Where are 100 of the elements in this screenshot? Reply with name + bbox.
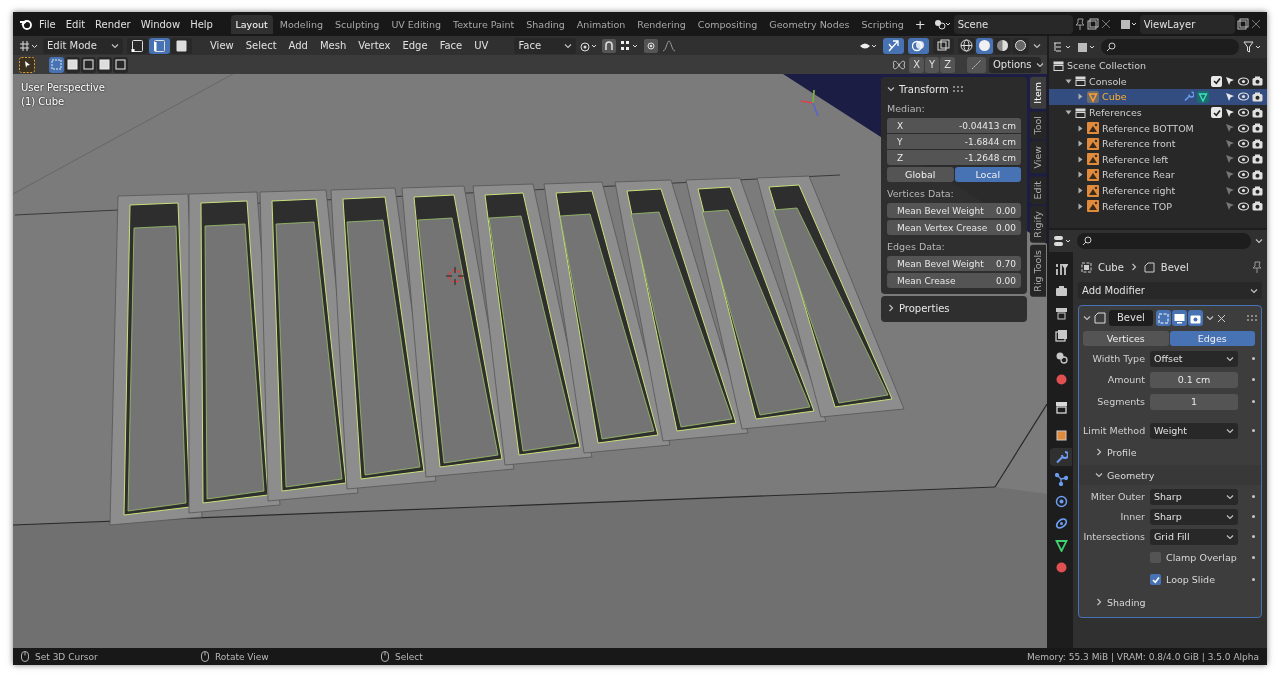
chevron-down-icon[interactable] xyxy=(1226,512,1234,521)
workspace-tab[interactable]: Modeling xyxy=(274,14,328,34)
dropdown[interactable]: Offset xyxy=(1150,350,1238,367)
properties-panel-header[interactable]: Properties xyxy=(881,296,1027,322)
collapsed-arrow-icon[interactable] xyxy=(1077,124,1084,132)
chevron-right-icon[interactable] xyxy=(1095,598,1103,606)
space-toggle[interactable]: Global xyxy=(887,167,954,182)
sidebar-tab[interactable]: Rig Tools xyxy=(1030,244,1046,297)
add-workspace-button[interactable]: + xyxy=(910,13,930,35)
close-icon[interactable] xyxy=(1251,19,1261,29)
image-stack-icon[interactable] xyxy=(1119,18,1138,30)
chevron-down-icon[interactable] xyxy=(1035,60,1044,69)
mesh-data-icon[interactable] xyxy=(1197,91,1209,103)
workspace-tab[interactable]: Layout xyxy=(230,14,273,34)
chevron-down-icon[interactable] xyxy=(887,85,895,93)
checkbox[interactable] xyxy=(1211,75,1222,87)
mode-dropdown[interactable]: Edit Mode xyxy=(43,37,123,54)
modifier-name-field[interactable]: Bevel xyxy=(1109,310,1153,326)
chevron-right-icon[interactable] xyxy=(887,304,895,312)
mirror-axis-button[interactable]: X xyxy=(909,56,925,73)
number-field[interactable]: 0.1 cm xyxy=(1150,371,1238,388)
copy-icon[interactable] xyxy=(1086,18,1099,30)
sidebar-tab[interactable]: Rigify xyxy=(1030,206,1046,243)
keyframe-dot[interactable] xyxy=(1252,495,1255,498)
snap-toggle[interactable] xyxy=(967,56,986,73)
eye-icon[interactable] xyxy=(1238,108,1249,118)
image-stack-icon[interactable] xyxy=(1077,41,1097,53)
workspace-tab[interactable]: Sculpting xyxy=(330,14,385,34)
chevron-right-icon[interactable] xyxy=(1129,263,1138,271)
keyframe-dot[interactable] xyxy=(1252,378,1255,381)
workspace-tab[interactable]: Compositing xyxy=(692,14,763,34)
sidebar-tab[interactable]: View xyxy=(1030,141,1046,174)
blender-logo-icon[interactable] xyxy=(19,18,33,30)
butterfly-icon[interactable] xyxy=(892,58,907,71)
menu-item[interactable]: Vertex xyxy=(354,37,395,54)
workspace-tab[interactable]: Scripting xyxy=(856,14,909,34)
chevron-down-icon[interactable] xyxy=(564,41,573,50)
pointer-icon[interactable] xyxy=(1225,76,1235,87)
dropdown[interactable]: Grid Fill xyxy=(1150,528,1238,545)
checkbox[interactable] xyxy=(1150,574,1161,585)
menu-item[interactable]: Add xyxy=(284,37,312,54)
camera-icon[interactable] xyxy=(1252,138,1263,149)
camera-icon[interactable] xyxy=(1252,201,1263,212)
menu-item[interactable]: Help xyxy=(186,15,217,33)
camera-icon[interactable] xyxy=(1252,107,1263,118)
camera-icon[interactable] xyxy=(1252,76,1263,87)
eye-icon[interactable] xyxy=(1238,201,1249,211)
chevron-down-icon[interactable] xyxy=(111,41,119,50)
expanded-arrow-icon[interactable] xyxy=(1065,109,1072,117)
copy-icon[interactable] xyxy=(1237,18,1249,30)
menu-item[interactable]: Edge xyxy=(398,37,432,54)
scene-field[interactable]: Scene xyxy=(953,14,1073,34)
outliner-row[interactable]: Console xyxy=(1049,73,1267,90)
keyframe-dot[interactable] xyxy=(1252,429,1255,432)
collapsed-arrow-icon[interactable] xyxy=(1077,171,1084,179)
eye-icon[interactable] xyxy=(1238,154,1249,164)
space-toggle[interactable]: Local xyxy=(954,167,1021,182)
shading-mode-button[interactable] xyxy=(976,37,993,54)
keyframe-dot[interactable] xyxy=(1252,535,1255,538)
workspace-tab[interactable]: Animation xyxy=(571,14,631,34)
properties-tab[interactable] xyxy=(1050,448,1072,466)
subpanel-header[interactable]: Shading xyxy=(1095,596,1146,608)
dropdown[interactable]: Weight xyxy=(1150,422,1238,439)
search-field[interactable] xyxy=(1077,233,1251,249)
menu-item[interactable]: View xyxy=(206,37,238,54)
outliner-row[interactable]: Reference left xyxy=(1049,151,1267,168)
shading-mode-button[interactable] xyxy=(958,37,975,54)
eye-icon[interactable] xyxy=(1238,123,1249,133)
menu-item[interactable]: Select xyxy=(241,37,281,54)
outliner-row[interactable]: Cube xyxy=(1049,89,1267,105)
sidebar-tab[interactable]: Item xyxy=(1030,77,1046,109)
workspace-tab[interactable]: Texture Paint xyxy=(447,14,520,34)
camera-icon[interactable] xyxy=(1252,92,1263,102)
eye-icon[interactable] xyxy=(1238,139,1249,149)
checkbox[interactable] xyxy=(1211,107,1222,119)
eye-icon[interactable] xyxy=(1238,170,1249,180)
outliner-row[interactable]: References xyxy=(1049,104,1267,121)
select-mode-button[interactable] xyxy=(171,37,192,54)
select-mode-button[interactable] xyxy=(127,37,148,54)
coordinate-field[interactable]: X -0.04413 cm xyxy=(887,118,1021,133)
camera-icon[interactable] xyxy=(1252,154,1263,165)
value-field[interactable]: Mean Vertex Crease 0.00 xyxy=(887,220,1021,235)
value-field[interactable]: Mean Bevel Weight 0.00 xyxy=(887,203,1021,218)
collapsed-arrow-icon[interactable] xyxy=(1077,155,1084,163)
mirror-axis-button[interactable]: Z xyxy=(940,56,955,73)
search-field[interactable] xyxy=(1101,39,1239,55)
select-mode-button[interactable] xyxy=(149,37,170,54)
filter-icon[interactable] xyxy=(1243,41,1263,53)
dropdown[interactable]: Sharp xyxy=(1150,488,1238,505)
eye-icon[interactable] xyxy=(1238,92,1249,102)
keyframe-dot[interactable] xyxy=(1252,556,1255,559)
eye-icon[interactable] xyxy=(1238,186,1249,196)
expanded-arrow-icon[interactable] xyxy=(1065,77,1072,85)
outliner-row[interactable]: Reference front xyxy=(1049,135,1267,152)
scene-icon[interactable] xyxy=(933,18,952,30)
keyframe-dot[interactable] xyxy=(1252,357,1255,360)
shading-mode-button[interactable] xyxy=(994,37,1011,54)
view-layer-field[interactable]: ViewLayer xyxy=(1139,14,1235,34)
workspace-tab[interactable]: Rendering xyxy=(632,14,691,34)
coordinate-field[interactable]: Z -1.2648 cm xyxy=(887,150,1021,165)
